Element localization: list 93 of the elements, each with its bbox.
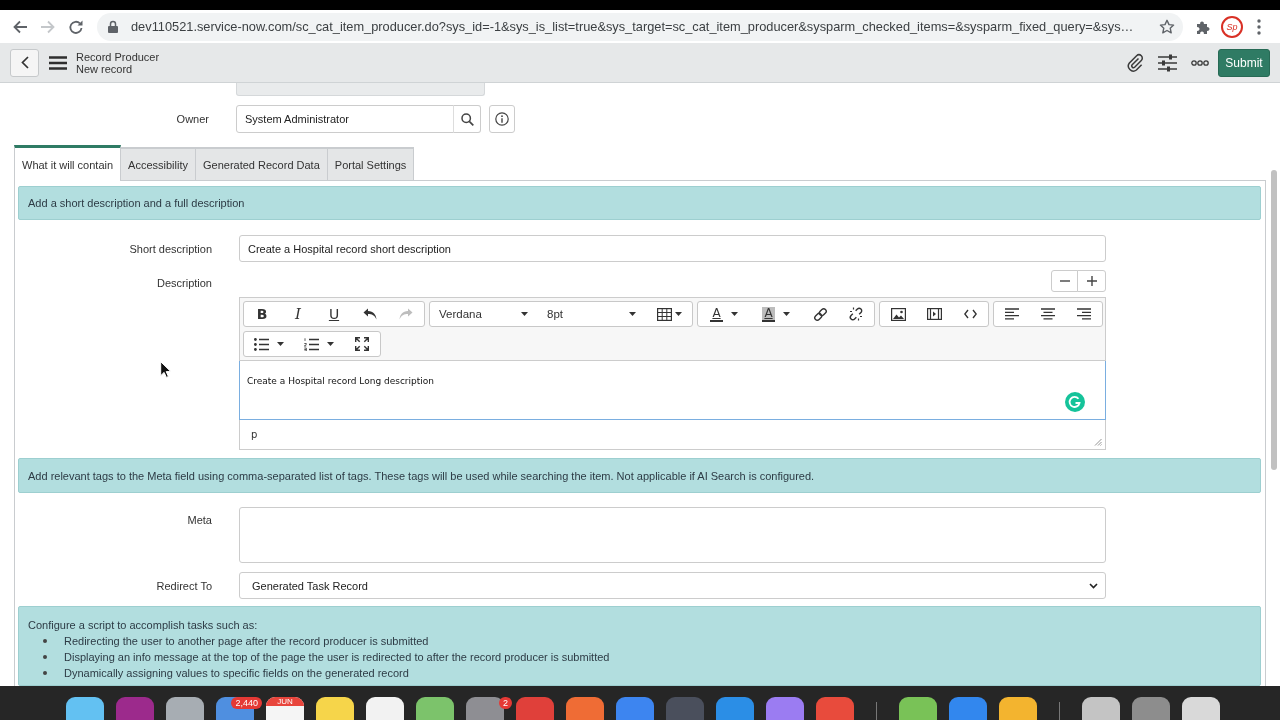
field-label: Short description: [128, 242, 212, 255]
tab[interactable]: Accessibility: [121, 147, 196, 180]
sliders-icon[interactable]: [1158, 53, 1177, 72]
bullet-icon: [43, 639, 47, 643]
short-description-field[interactable]: Create a Hospital record short description: [239, 235, 1106, 262]
redirect-select[interactable]: Generated Task Record: [239, 572, 1106, 599]
url-text: dev110521.service-now.com/sc_cat_item_producer.do?sys_id=-1&sys_is_list=true&sys_target=sc_cat_item_producer&sysparm_checked_items=&sysparm_fixed_query=&sys…: [131, 18, 1134, 35]
caret-icon: [521, 312, 528, 316]
menu-icon[interactable]: [49, 55, 67, 70]
owner-field[interactable]: System Administrator: [236, 105, 454, 133]
font-family-select[interactable]: Verdana: [430, 302, 538, 326]
notification-badge: 2,440: [231, 697, 262, 709]
text-color-button[interactable]: A: [710, 306, 723, 322]
scrollbar[interactable]: [1271, 170, 1277, 470]
month-label: JUN: [266, 697, 304, 706]
element-path[interactable]: p: [251, 429, 258, 440]
caret-icon: [629, 312, 636, 316]
caret-icon[interactable]: [730, 312, 738, 316]
align-left-icon[interactable]: [1005, 308, 1019, 320]
app-icon[interactable]: [899, 697, 937, 720]
field-label: Owner: [175, 113, 209, 125]
field-label: Description: [155, 276, 212, 289]
bullet-icon: [43, 655, 47, 659]
font-size-select[interactable]: 8pt: [538, 302, 646, 326]
app-icon[interactable]: [66, 697, 104, 720]
list-item-text: Displaying an info message at the top of the page the user is redirected to after the record producer is submitted: [64, 651, 610, 663]
italic-button[interactable]: I: [295, 306, 301, 322]
bulleted-list-icon[interactable]: [254, 337, 269, 351]
mouse-cursor-icon: [160, 361, 171, 378]
list-item-text: Redirecting the user to another page after the record producer is submitted: [64, 635, 429, 647]
info-icon: [495, 112, 509, 126]
paperclip-icon[interactable]: [1126, 52, 1144, 73]
chevron-left-icon: [20, 56, 29, 69]
more-options-icon[interactable]: [1257, 18, 1261, 35]
caret-icon[interactable]: [327, 342, 334, 346]
list-item-text: Dynamically assigning values to specific fields on the generated record: [64, 667, 409, 679]
meta-field[interactable]: [239, 507, 1106, 563]
info-banner: Add relevant tags to the Meta field using comma-separated list of tags. These tags will be used while searching the item. Not applicable if AI Search is configured.: [18, 458, 1261, 493]
background-color-button[interactable]: A: [762, 306, 775, 322]
caret-icon[interactable]: [674, 312, 682, 316]
page-subtitle: New record: [76, 62, 134, 75]
lock-icon: [108, 20, 118, 33]
info-banner: Add a short description and a full description: [18, 186, 1261, 220]
plus-icon: [1086, 276, 1097, 286]
unlink-icon[interactable]: [848, 306, 864, 322]
app-icon[interactable]: [999, 697, 1037, 720]
submit-button[interactable]: Submit: [1218, 48, 1270, 77]
back-arrow-icon[interactable]: [12, 18, 28, 35]
editor-field[interactable]: Create a Hospital record Long description: [239, 361, 1106, 420]
tab[interactable]: Generated Record Data: [196, 147, 328, 180]
field-label: Redirect To: [155, 579, 212, 592]
collapse-button[interactable]: [1051, 270, 1078, 292]
reload-icon[interactable]: [68, 18, 84, 35]
align-center-icon[interactable]: [1041, 308, 1055, 320]
calendar-app-icon[interactable]: JUN: [266, 697, 304, 720]
undo-icon[interactable]: [363, 308, 377, 320]
underline-button[interactable]: U: [328, 306, 340, 322]
align-right-icon[interactable]: [1077, 308, 1091, 320]
app-icon[interactable]: [366, 697, 404, 720]
image-icon[interactable]: [890, 307, 906, 321]
tab[interactable]: Portal Settings: [327, 147, 415, 180]
field-label: Meta: [186, 513, 212, 526]
chevron-down-icon: [1089, 582, 1098, 589]
address-bar[interactable]: dev110521.service-now.com/sc_cat_item_producer.do?sys_id=-1&sys_is_list=true&sys_target=sc_cat_item_producer&sysparm_checked_items=&sysparm_fixed_query=&sys…: [97, 12, 1183, 41]
banner-text: Configure a script to accomplish tasks such as:: [28, 618, 259, 633]
ellipsis-icon[interactable]: [1191, 59, 1209, 66]
app-icon[interactable]: [416, 697, 454, 720]
app-icon[interactable]: [1182, 697, 1220, 720]
code-icon[interactable]: [963, 309, 977, 319]
search-icon: [460, 112, 474, 126]
info-button[interactable]: [489, 105, 515, 133]
expand-button[interactable]: [1077, 270, 1106, 292]
minus-icon: [1059, 280, 1070, 282]
back-button[interactable]: [10, 48, 39, 77]
profile-button[interactable]: Sp: [1221, 15, 1243, 38]
bullet-icon: [43, 671, 47, 675]
page-title: Record Producer: [76, 50, 160, 63]
link-icon[interactable]: [812, 306, 828, 322]
editor-text: Create a Hospital record Long description: [247, 376, 434, 386]
caret-icon[interactable]: [782, 312, 790, 316]
bold-button[interactable]: B: [256, 306, 268, 322]
star-icon[interactable]: [1159, 18, 1175, 35]
caret-icon[interactable]: [277, 342, 284, 346]
numbered-list-icon[interactable]: [304, 337, 319, 351]
table-icon[interactable]: [656, 307, 672, 321]
tab[interactable]: What it will contain: [14, 145, 122, 181]
app-icon[interactable]: [316, 697, 354, 720]
app-icon[interactable]: [1082, 697, 1120, 720]
search-button[interactable]: [453, 105, 481, 133]
app-icon[interactable]: [166, 697, 204, 720]
film-icon[interactable]: [926, 308, 942, 320]
resize-handle-icon[interactable]: [1094, 438, 1102, 446]
fullscreen-icon[interactable]: [355, 337, 369, 351]
